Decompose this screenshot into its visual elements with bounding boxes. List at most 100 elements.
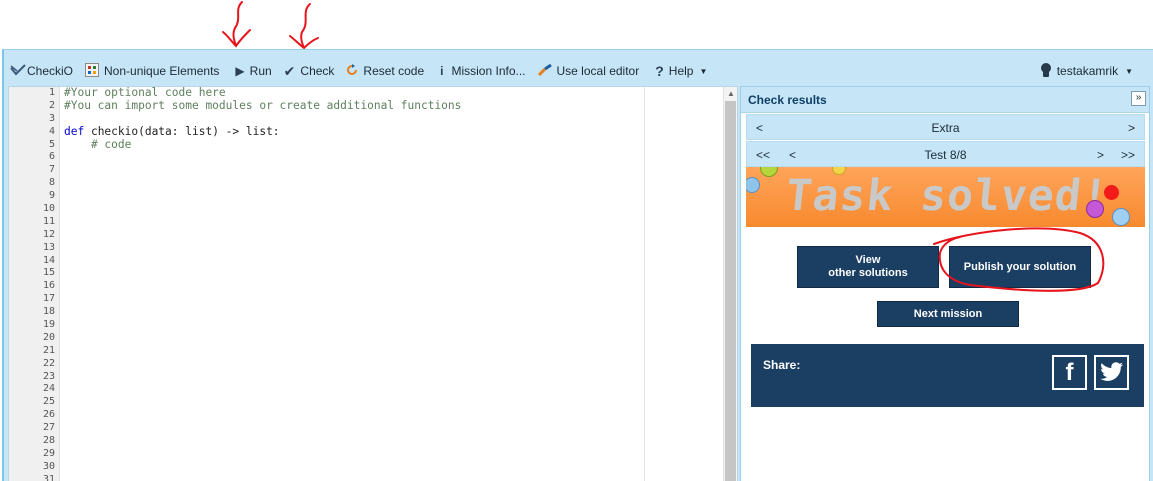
code-line[interactable]: #You can import some modules or create a…: [64, 98, 721, 113]
info-icon: i: [440, 64, 444, 78]
banner-ball-green: [760, 167, 778, 177]
annotation-arrow-run: [222, 1, 251, 48]
line-number: 5: [48, 138, 55, 150]
play-icon: ▶: [235, 64, 245, 78]
help-label: Help: [668, 64, 694, 78]
view-label-line2: other solutions: [828, 267, 908, 279]
scrollbar-thumb[interactable]: [725, 101, 736, 481]
banner-ball-purple: [1086, 200, 1104, 218]
line-number: 8: [48, 177, 55, 189]
line-number: 11: [42, 215, 55, 227]
code-keyword: def: [64, 124, 85, 138]
line-number: 31: [42, 473, 55, 481]
mission-info-button[interactable]: i Mission Info...: [434, 60, 531, 82]
next-mission-label: Next mission: [913, 307, 983, 320]
annotation-circle-publish: [933, 227, 1105, 292]
line-number: 17: [42, 293, 55, 305]
local-editor-icon: [537, 63, 552, 78]
mission-info-label: Mission Info...: [451, 64, 526, 78]
view-other-solutions-label: View other solutions: [828, 254, 907, 280]
facebook-share-button[interactable]: f: [1052, 355, 1087, 390]
line-number: 16: [42, 280, 55, 292]
results-header: Check results »: [741, 87, 1149, 113]
line-number: 15: [42, 267, 55, 279]
line-number: 14: [42, 254, 55, 266]
code-area[interactable]: #Your optional code here #You can import…: [64, 86, 721, 481]
line-number: 4: [48, 125, 55, 137]
collapse-panel-icon[interactable]: »: [1131, 91, 1146, 106]
line-number: 22: [42, 357, 55, 369]
share-label: Share:: [763, 358, 801, 372]
line-number: 6: [48, 151, 55, 163]
user-menu[interactable]: testakamrik ▼: [1034, 60, 1139, 82]
chevron-down-icon: ▼: [699, 66, 708, 76]
non-unique-elements-button[interactable]: Non-unique Elements: [79, 60, 225, 82]
code-editor[interactable]: 1 2 3 4 5 6 7 8 9 10 11 12 13 14 15 16 17 18 19 20 21 22 23 24 2…: [8, 86, 738, 481]
run-button[interactable]: ▶ Run: [229, 60, 277, 82]
test-navigation: Test 8/8 << < > >>: [746, 141, 1145, 167]
task-solved-banner: Task solved!: [746, 167, 1145, 227]
category-navigation: Extra < >: [746, 114, 1145, 140]
line-number: 23: [42, 370, 55, 382]
banner-ball-red: [1104, 185, 1119, 200]
line-number: 12: [42, 228, 55, 240]
user-chevron-down-icon: ▼: [1125, 66, 1133, 76]
line-number: 25: [42, 396, 55, 408]
line-number: 26: [42, 409, 55, 421]
view-other-solutions-button[interactable]: View other solutions: [797, 246, 939, 288]
code-comment: #Your optional code here: [64, 86, 226, 99]
non-unique-elements-label: Non-unique Elements: [104, 64, 220, 78]
twitter-share-button[interactable]: [1094, 355, 1129, 390]
line-number: 7: [48, 164, 55, 176]
mission-grid-icon: [85, 63, 100, 79]
facebook-icon: f: [1065, 359, 1074, 386]
reset-code-label: Reset code: [363, 64, 425, 78]
checkio-logo-text: CheckiO: [27, 64, 74, 78]
category-next-button[interactable]: >: [1128, 121, 1135, 135]
checkio-logo[interactable]: CheckiO: [4, 60, 79, 82]
reset-icon: [346, 64, 358, 78]
test-counter: Test 8/8: [924, 148, 967, 162]
line-number: 13: [42, 241, 55, 253]
help-menu[interactable]: ? Help ▼: [649, 60, 713, 82]
code-function-def: def checkio(data: list) -> list:: [64, 124, 280, 138]
question-icon: ?: [655, 63, 664, 79]
scroll-up-icon[interactable]: ▲: [724, 87, 738, 101]
line-number: 27: [42, 422, 55, 434]
line-number: 20: [42, 331, 55, 343]
reset-code-button[interactable]: Reset code: [340, 60, 430, 82]
line-number: 29: [42, 447, 55, 459]
line-number: 28: [42, 435, 55, 447]
editor-scrollbar[interactable]: ▲: [723, 87, 737, 481]
test-next-button[interactable]: >: [1097, 148, 1104, 162]
banner-ball-lightblue: [1112, 208, 1130, 226]
task-solved-text: Task solved!: [783, 171, 1112, 221]
code-line[interactable]: # code: [64, 138, 721, 152]
line-number: 10: [42, 203, 55, 215]
share-panel: Share: f: [751, 344, 1144, 407]
results-title: Check results: [748, 93, 827, 107]
checkmark-icon: ✔: [283, 63, 296, 79]
run-label: Run: [249, 64, 272, 78]
check-label: Check: [300, 64, 335, 78]
check-button[interactable]: ✔ Check: [278, 60, 341, 82]
line-number: 9: [48, 190, 55, 202]
category-prev-button[interactable]: <: [756, 121, 763, 135]
test-first-button[interactable]: <<: [756, 148, 770, 162]
next-mission-button[interactable]: Next mission: [877, 301, 1019, 327]
line-number: 18: [42, 306, 55, 318]
banner-ball-blue: [746, 177, 760, 193]
user-avatar-icon: [1040, 63, 1052, 79]
line-number: 24: [42, 383, 55, 395]
code-line[interactable]: def checkio(data: list) -> list:: [64, 124, 721, 139]
use-local-editor-button[interactable]: Use local editor: [532, 60, 646, 82]
checkio-logo-icon: [10, 64, 26, 78]
test-last-button[interactable]: >>: [1121, 148, 1135, 162]
category-label: Extra: [931, 121, 960, 135]
line-number: 19: [42, 319, 55, 331]
line-number: 3: [48, 112, 55, 124]
test-prev-button[interactable]: <: [789, 148, 796, 162]
line-number: 2: [48, 99, 55, 111]
line-number: 30: [42, 460, 55, 472]
code-comment: #You can import some modules or create a…: [64, 98, 462, 112]
